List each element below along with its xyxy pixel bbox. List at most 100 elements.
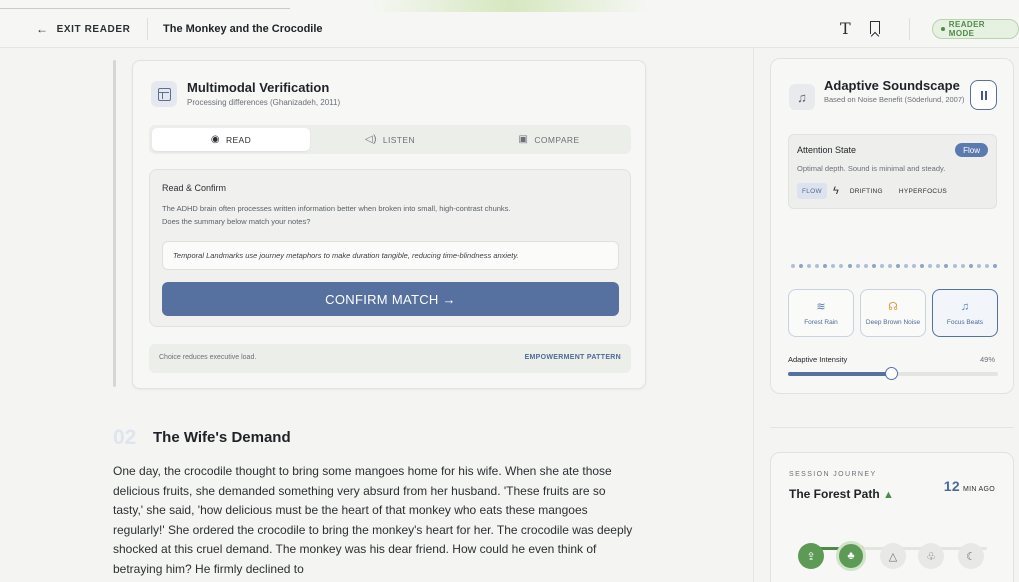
adaptive-soundscape-card: ♫ Adaptive Soundscape Based on Noise Ben… (770, 58, 1014, 394)
flow-badge: Flow (955, 143, 988, 157)
wave-dot (863, 264, 868, 268)
wave-dot (936, 264, 941, 268)
confirm-match-button[interactable]: CONFIRM MATCH → (162, 282, 619, 316)
soundscape-subtitle: Based on Noise Benefit (Söderlund, 2007) (824, 95, 965, 104)
divider (909, 18, 910, 40)
pattern-footer: Choice reduces executive load. EMPOWERME… (149, 344, 631, 373)
column-divider (753, 48, 754, 582)
wave-dot (920, 264, 925, 268)
story-text: One day, the crocodile thought to bring … (113, 464, 633, 576)
step-start-icon[interactable]: ⇪ (798, 543, 824, 569)
attention-states: FLOW ϟ DRIFTING HYPERFOCUS (797, 183, 952, 199)
wave-dot (871, 264, 876, 268)
wave-dot (896, 264, 901, 268)
multimodal-verification-card: Multimodal Verification Processing diffe… (132, 60, 646, 389)
intensity-label: Adaptive Intensity (788, 355, 848, 364)
step-mountain-icon[interactable]: △ (880, 543, 906, 569)
reader-mode-badge[interactable]: READER MODE (932, 19, 1019, 39)
state-flow[interactable]: FLOW (797, 183, 827, 199)
step-forest-icon[interactable]: ♣ (836, 541, 866, 571)
card-subtitle: Processing differences (Ghanizadeh, 2011… (187, 98, 341, 107)
tab-label: COMPARE (534, 134, 580, 145)
wave-dot (799, 264, 804, 268)
summary-box: Temporal Landmarks use journey metaphors… (162, 241, 619, 270)
slider-fill (788, 372, 891, 376)
wave-dot (968, 264, 973, 268)
mode-tabs: ◉ READ ◁) LISTEN ▣ COMPARE (149, 125, 631, 154)
document-title: The Monkey and the Crocodile (163, 23, 323, 35)
wind-icon: ≋ (816, 301, 826, 313)
sound-forest-rain-button[interactable]: ≋ Forest Rain (788, 289, 854, 337)
session-time: 12 MIN AGO (944, 478, 995, 494)
wave-dot (823, 264, 828, 268)
card-title: Multimodal Verification (187, 80, 330, 95)
music-note-icon: ♫ (960, 300, 970, 313)
tab-read[interactable]: ◉ READ (152, 128, 310, 151)
exit-reader-label: EXIT READER (56, 23, 131, 35)
journey-steps: ⇪ ♣ △ ♧ ☾ (798, 541, 988, 577)
sound-label: Focus Beats (946, 318, 984, 326)
attention-description: Optimal depth. Sound is minimal and stea… (797, 164, 946, 173)
sound-deep-brown-noise-button[interactable]: ☊ Deep Brown Noise (860, 289, 926, 337)
wave-dot (831, 264, 836, 268)
wave-dot (879, 264, 884, 268)
pause-icon-bar (984, 90, 987, 100)
attention-title: Attention State (797, 145, 857, 155)
tab-label: LISTEN (382, 134, 415, 145)
divider (770, 427, 1014, 428)
read-confirm-panel: Read & Confirm The ADHD brain often proc… (149, 169, 631, 327)
wave-dot (855, 264, 860, 268)
wave-dot (807, 264, 812, 268)
wave-dot (815, 264, 820, 268)
wave-dot (952, 264, 957, 268)
panel-title: Read & Confirm (162, 183, 227, 193)
pause-button[interactable] (970, 80, 997, 110)
session-journey-card: SESSION JOURNEY The Forest Path ▲ 12 MIN … (770, 452, 1014, 582)
soundscape-title: Adaptive Soundscape (824, 78, 960, 93)
exit-reader-button[interactable]: ← EXIT READER (36, 22, 130, 36)
top-glow (370, 0, 650, 12)
panel-body: The ADHD brain often processes written i… (162, 204, 511, 226)
reader-mode-label: READER MODE (948, 20, 985, 38)
wave-dot (944, 264, 949, 268)
arrow-left-icon: ← (36, 22, 49, 36)
tree-icon: ▲ (883, 489, 894, 501)
pause-icon (980, 90, 983, 100)
section-number: 02 (113, 426, 137, 449)
wave-dot (928, 264, 933, 268)
progress-line (0, 8, 290, 9)
empowerment-pattern-link[interactable]: EMPOWERMENT PATTERN (525, 354, 621, 361)
sound-options: ≋ Forest Rain ☊ Deep Brown Noise ♫ Focus… (788, 289, 998, 337)
session-title: The Forest Path ▲ (789, 487, 894, 501)
session-title-text: The Forest Path (789, 487, 880, 501)
wave-dot (791, 264, 795, 268)
wave-dot (839, 264, 844, 268)
divider (147, 18, 148, 40)
wave-dot (976, 264, 981, 268)
section-title: The Wife's Demand (153, 429, 291, 446)
sound-focus-beats-button[interactable]: ♫ Focus Beats (932, 289, 998, 337)
session-label: SESSION JOURNEY (789, 471, 877, 478)
text-size-icon[interactable]: T (840, 19, 851, 38)
sound-label: Forest Rain (804, 319, 838, 326)
layout-icon (151, 81, 177, 107)
step-moon-icon[interactable]: ☾ (958, 543, 984, 569)
bookmark-icon[interactable] (870, 21, 880, 34)
slider-handle[interactable] (884, 367, 898, 380)
wave-dot (960, 264, 965, 268)
minutes-value: 12 (943, 478, 960, 494)
waveform-dots (791, 264, 997, 268)
bolt-icon: ϟ (832, 185, 839, 197)
tab-compare[interactable]: ▣ COMPARE (470, 128, 628, 151)
wave-dot (904, 264, 909, 268)
state-drifting[interactable]: DRIFTING (845, 183, 888, 199)
intensity-slider[interactable] (788, 367, 998, 380)
tab-listen[interactable]: ◁) LISTEN (311, 128, 469, 151)
headphones-icon: ☊ (888, 301, 898, 313)
eye-icon: ◉ (210, 134, 220, 145)
state-hyperfocus[interactable]: HYPERFOCUS (894, 183, 952, 199)
attention-state-panel: Attention State Flow Optimal depth. Soun… (788, 134, 997, 209)
step-trees-icon[interactable]: ♧ (918, 543, 944, 569)
status-dot-icon (941, 27, 945, 31)
wave-dot (847, 264, 852, 268)
